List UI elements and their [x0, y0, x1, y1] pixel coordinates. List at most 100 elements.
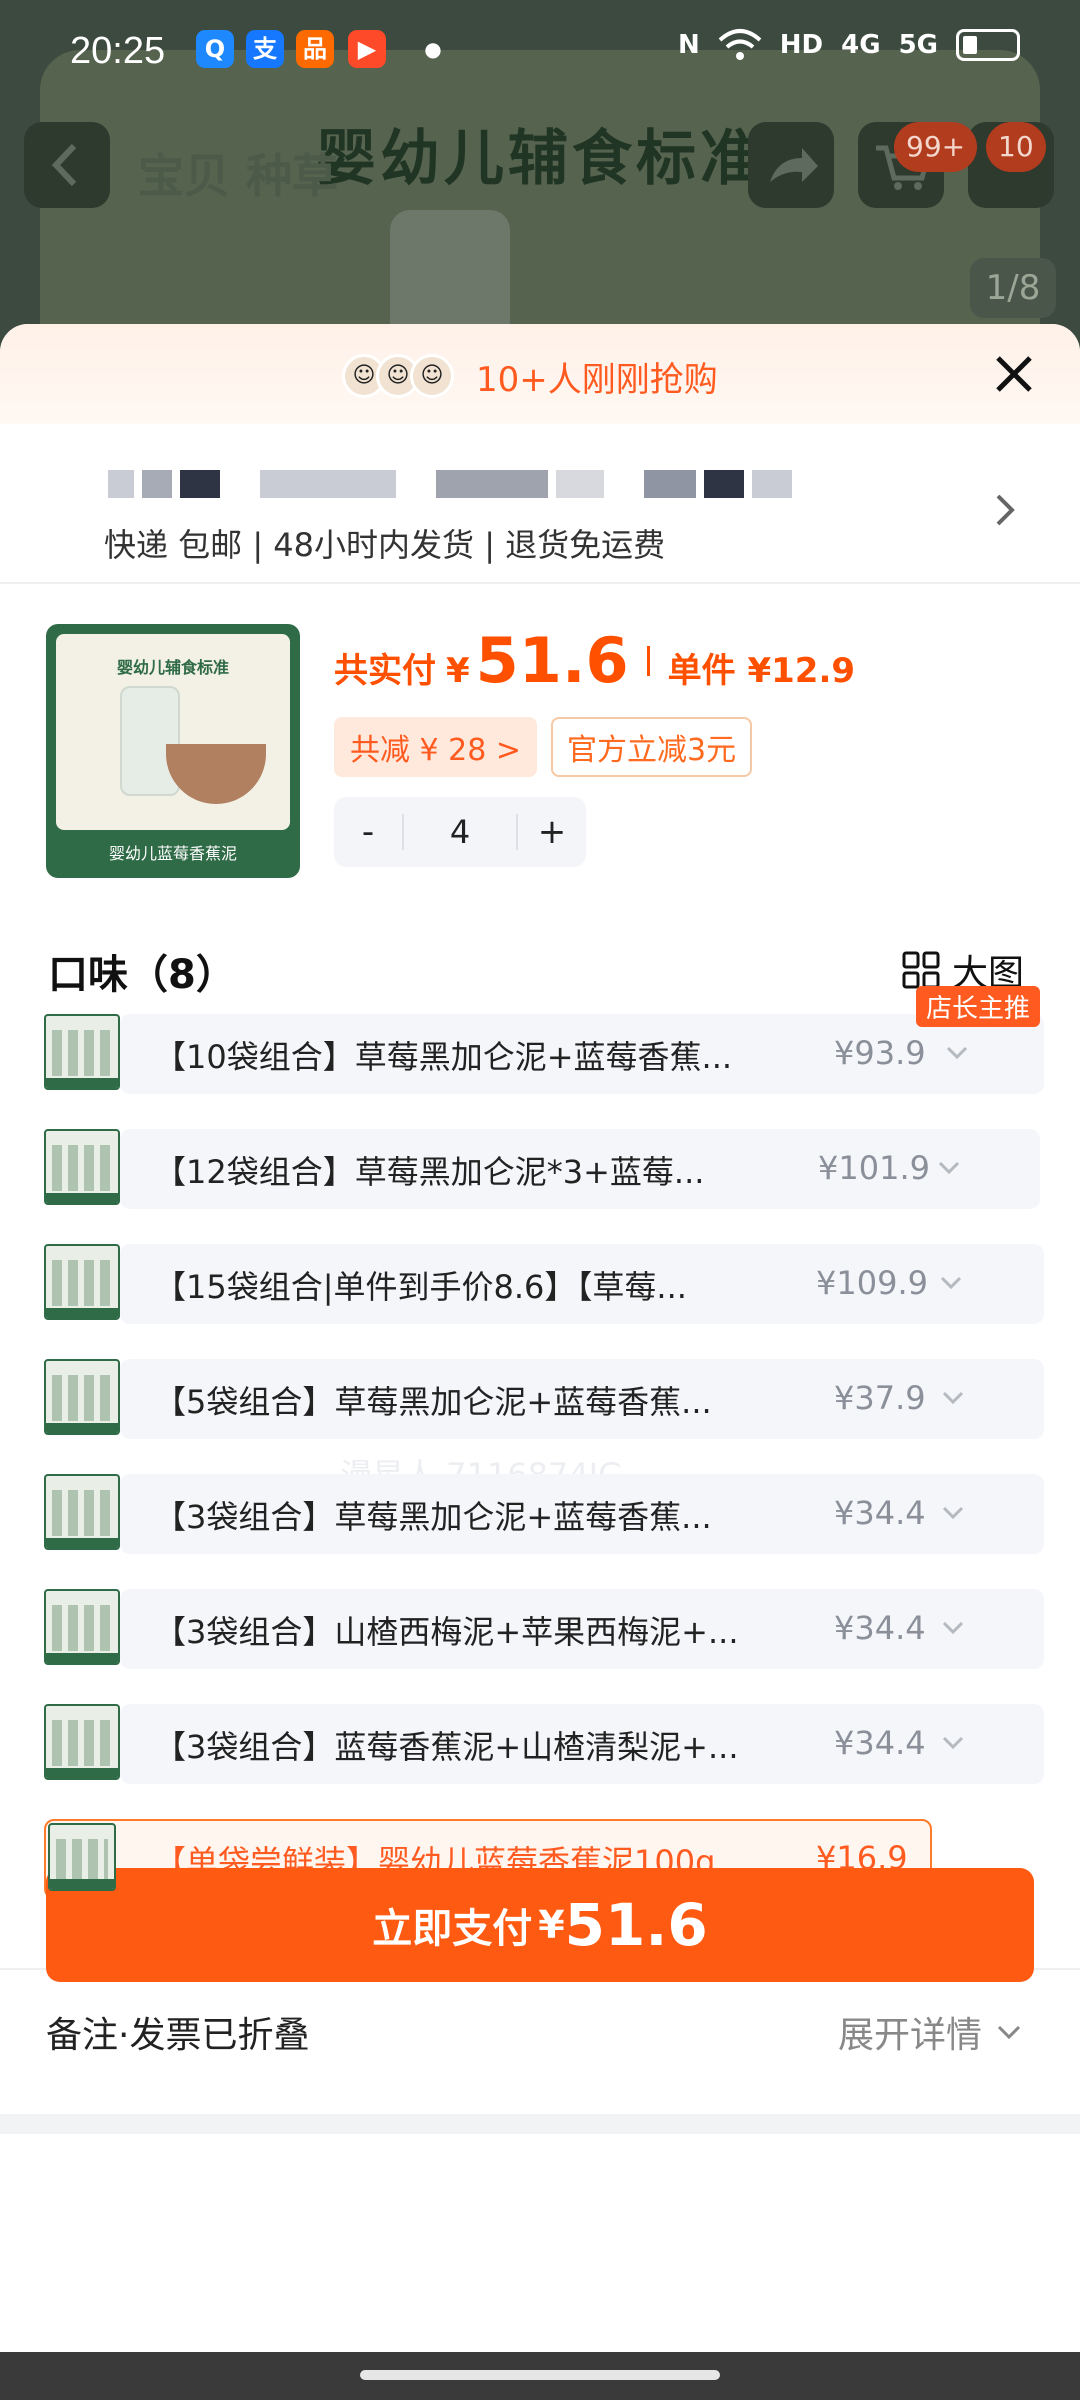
cart-count-badge: 99+: [894, 122, 978, 172]
memo-label: 备注·发票已折叠: [46, 2015, 310, 2056]
shipping-address-row[interactable]: 快递 包邮 | 48小时内发货 | 退货免运费: [0, 454, 1080, 584]
expand-details[interactable]: 展开详情: [838, 2006, 1024, 2058]
option-name: 【3袋组合】草莓黑加仑泥+蓝莓香蕉...: [154, 1498, 712, 1536]
background-tabs: 宝贝 种草: [138, 149, 339, 203]
signal-4g-icon: 4G: [841, 30, 881, 60]
option-price: ¥34.4: [834, 1724, 926, 1762]
share-button[interactable]: [748, 122, 834, 208]
product-image[interactable]: 婴幼儿辅食标准 婴幼儿蓝莓香蕉泥: [46, 624, 300, 878]
option-price: ¥109.9: [816, 1264, 928, 1302]
total-currency: ¥: [446, 651, 470, 691]
option-price: ¥93.9: [834, 1034, 926, 1072]
background-product-image: [390, 210, 510, 340]
flavor-option[interactable]: 【5袋组合】草莓黑加仑泥+蓝莓香蕉... ¥37.9: [44, 1359, 1044, 1439]
video-app-icon: ▶: [348, 30, 386, 68]
chevron-right-icon: [996, 494, 1015, 526]
bowl-graphic: [166, 744, 266, 804]
chevron-down-icon: [946, 1046, 968, 1060]
option-thumbnail: [44, 1244, 120, 1320]
flavor-options: 【10袋组合】草莓黑加仑泥+蓝莓香蕉... ¥93.9 店长主推 【12袋组合】…: [44, 986, 1044, 1934]
flavor-option[interactable]: 【3袋组合】山楂西梅泥+苹果西梅泥+... ¥34.4: [44, 1589, 1044, 1669]
option-price: ¥34.4: [834, 1609, 926, 1647]
option-name: 【10袋组合】草莓黑加仑泥+蓝莓香蕉...: [154, 1038, 733, 1076]
option-price: ¥101.9: [818, 1149, 930, 1187]
product-image-title: 婴幼儿辅食标准: [116, 658, 229, 677]
pouch-graphic: [120, 686, 180, 796]
masked-address: [108, 470, 792, 498]
home-indicator[interactable]: [360, 2370, 720, 2380]
quantity-stepper: - 4 +: [334, 797, 586, 867]
flavor-option[interactable]: 【3袋组合】草莓黑加仑泥+蓝莓香蕉... ¥34.4: [44, 1474, 1044, 1554]
option-thumbnail: [44, 1359, 120, 1435]
option-thumbnail: [44, 1474, 120, 1550]
pay-label: 立即支付: [372, 1906, 533, 1952]
unit-price: 单件 ¥12.9: [667, 651, 856, 691]
flavor-option[interactable]: 【10袋组合】草莓黑加仑泥+蓝莓香蕉... ¥93.9 店长主推: [44, 986, 1044, 1094]
alipay-app-icon: 支: [246, 30, 284, 68]
increase-button[interactable]: +: [518, 812, 586, 852]
option-price: ¥34.4: [834, 1494, 926, 1532]
discount-detail-tag[interactable]: 共减 ¥ 28 >: [334, 717, 538, 777]
flavor-option[interactable]: 【3袋组合】蓝莓香蕉泥+山楂清梨泥+... ¥34.4: [44, 1704, 1044, 1784]
hd-icon: HD: [779, 30, 824, 60]
total-label: 共实付: [334, 651, 436, 691]
search-app-icon: Q: [196, 30, 234, 68]
avatar: ☺: [410, 354, 454, 398]
status-time: 20:25: [70, 30, 166, 72]
discount-tags: 共减 ¥ 28 > 官方立减3元: [334, 717, 855, 777]
wifi-icon: [718, 29, 762, 60]
signal-5g-icon: 5G: [898, 30, 938, 60]
option-name: 【5袋组合】草莓黑加仑泥+蓝莓香蕉...: [154, 1383, 712, 1421]
shopping-app-icon: 品: [296, 30, 334, 68]
back-button[interactable]: [24, 122, 110, 208]
chevron-down-icon: [942, 1621, 964, 1635]
promo-banner: ☺ ☺ ☺ 10+人刚刚抢购: [0, 324, 1080, 424]
section-divider: [0, 2114, 1080, 2134]
chevron-down-icon: [997, 2025, 1021, 2040]
price-area: 共实付 ¥ 51.6 单件 ¥12.9 共减 ¥ 28 > 官方立减3元 - 4…: [334, 624, 855, 867]
close-icon[interactable]: [986, 346, 1042, 402]
notification-dot-icon: ●: [424, 37, 442, 61]
chevron-down-icon: [942, 1736, 964, 1750]
status-indicators: N HD 4G 5G: [678, 28, 1020, 62]
option-thumbnail: [44, 1014, 120, 1090]
product-image-caption: 婴幼儿蓝莓香蕉泥: [108, 844, 237, 863]
flavor-option[interactable]: 【15袋组合|单件到手价8.6】【草莓... ¥109.9: [44, 1244, 1044, 1324]
sku-selection-sheet: ☺ ☺ ☺ 10+人刚刚抢购 快递 包邮 | 48小时内发货 | 退货免运费 婴…: [0, 324, 1080, 2400]
total-amount: 51.6: [475, 624, 629, 697]
chevron-down-icon: [942, 1391, 964, 1405]
message-count-badge: 10: [986, 122, 1046, 172]
official-discount-tag: 官方立减3元: [551, 717, 753, 777]
option-thumbnail: [48, 1823, 116, 1891]
share-icon: [770, 148, 818, 182]
option-price: ¥37.9: [834, 1379, 926, 1417]
expand-details-label: 展开详情: [837, 2015, 982, 2056]
option-thumbnail: [44, 1704, 120, 1780]
quantity-value[interactable]: 4: [402, 814, 518, 850]
price-divider: [646, 645, 650, 676]
recommend-badge: 店长主推: [915, 986, 1040, 1027]
option-name: 【3袋组合】蓝莓香蕉泥+山楂清梨泥+...: [154, 1728, 739, 1766]
grid-icon: [902, 951, 940, 989]
status-bar: 20:25 Q 支 品 ▶ ● N HD 4G 5G: [0, 0, 1080, 100]
chevron-down-icon: [938, 1161, 960, 1175]
chevron-down-icon: [940, 1276, 962, 1290]
decrease-button[interactable]: -: [334, 812, 402, 852]
image-page-indicator: 1/8: [970, 258, 1056, 318]
pay-currency: ¥: [538, 1903, 565, 1947]
option-thumbnail: [44, 1129, 120, 1205]
shipping-info: 快递 包邮 | 48小时内发货 | 退货免运费: [104, 526, 666, 564]
battery-icon: [956, 29, 1020, 61]
pay-amount: 51.6: [564, 1891, 708, 1959]
pay-now-button[interactable]: 立即支付 ¥ 51.6: [46, 1868, 1034, 1982]
system-nav-bar: [0, 2352, 1080, 2400]
promo-text: 10+人刚刚抢购: [476, 360, 718, 400]
option-name: 【15袋组合|单件到手价8.6】【草莓...: [154, 1268, 687, 1306]
option-thumbnail: [44, 1589, 120, 1665]
chevron-down-icon: [942, 1506, 964, 1520]
memo-invoice-row[interactable]: 备注·发票已折叠 展开详情: [0, 1968, 1080, 2108]
flavor-section-title: 口味（8）: [48, 952, 236, 998]
flavor-option[interactable]: 【12袋组合】草莓黑加仑泥*3+蓝莓... ¥101.9: [44, 1129, 1044, 1209]
option-name: 【12袋组合】草莓黑加仑泥*3+蓝莓...: [154, 1153, 705, 1191]
buyer-avatars: ☺ ☺ ☺: [342, 354, 454, 398]
